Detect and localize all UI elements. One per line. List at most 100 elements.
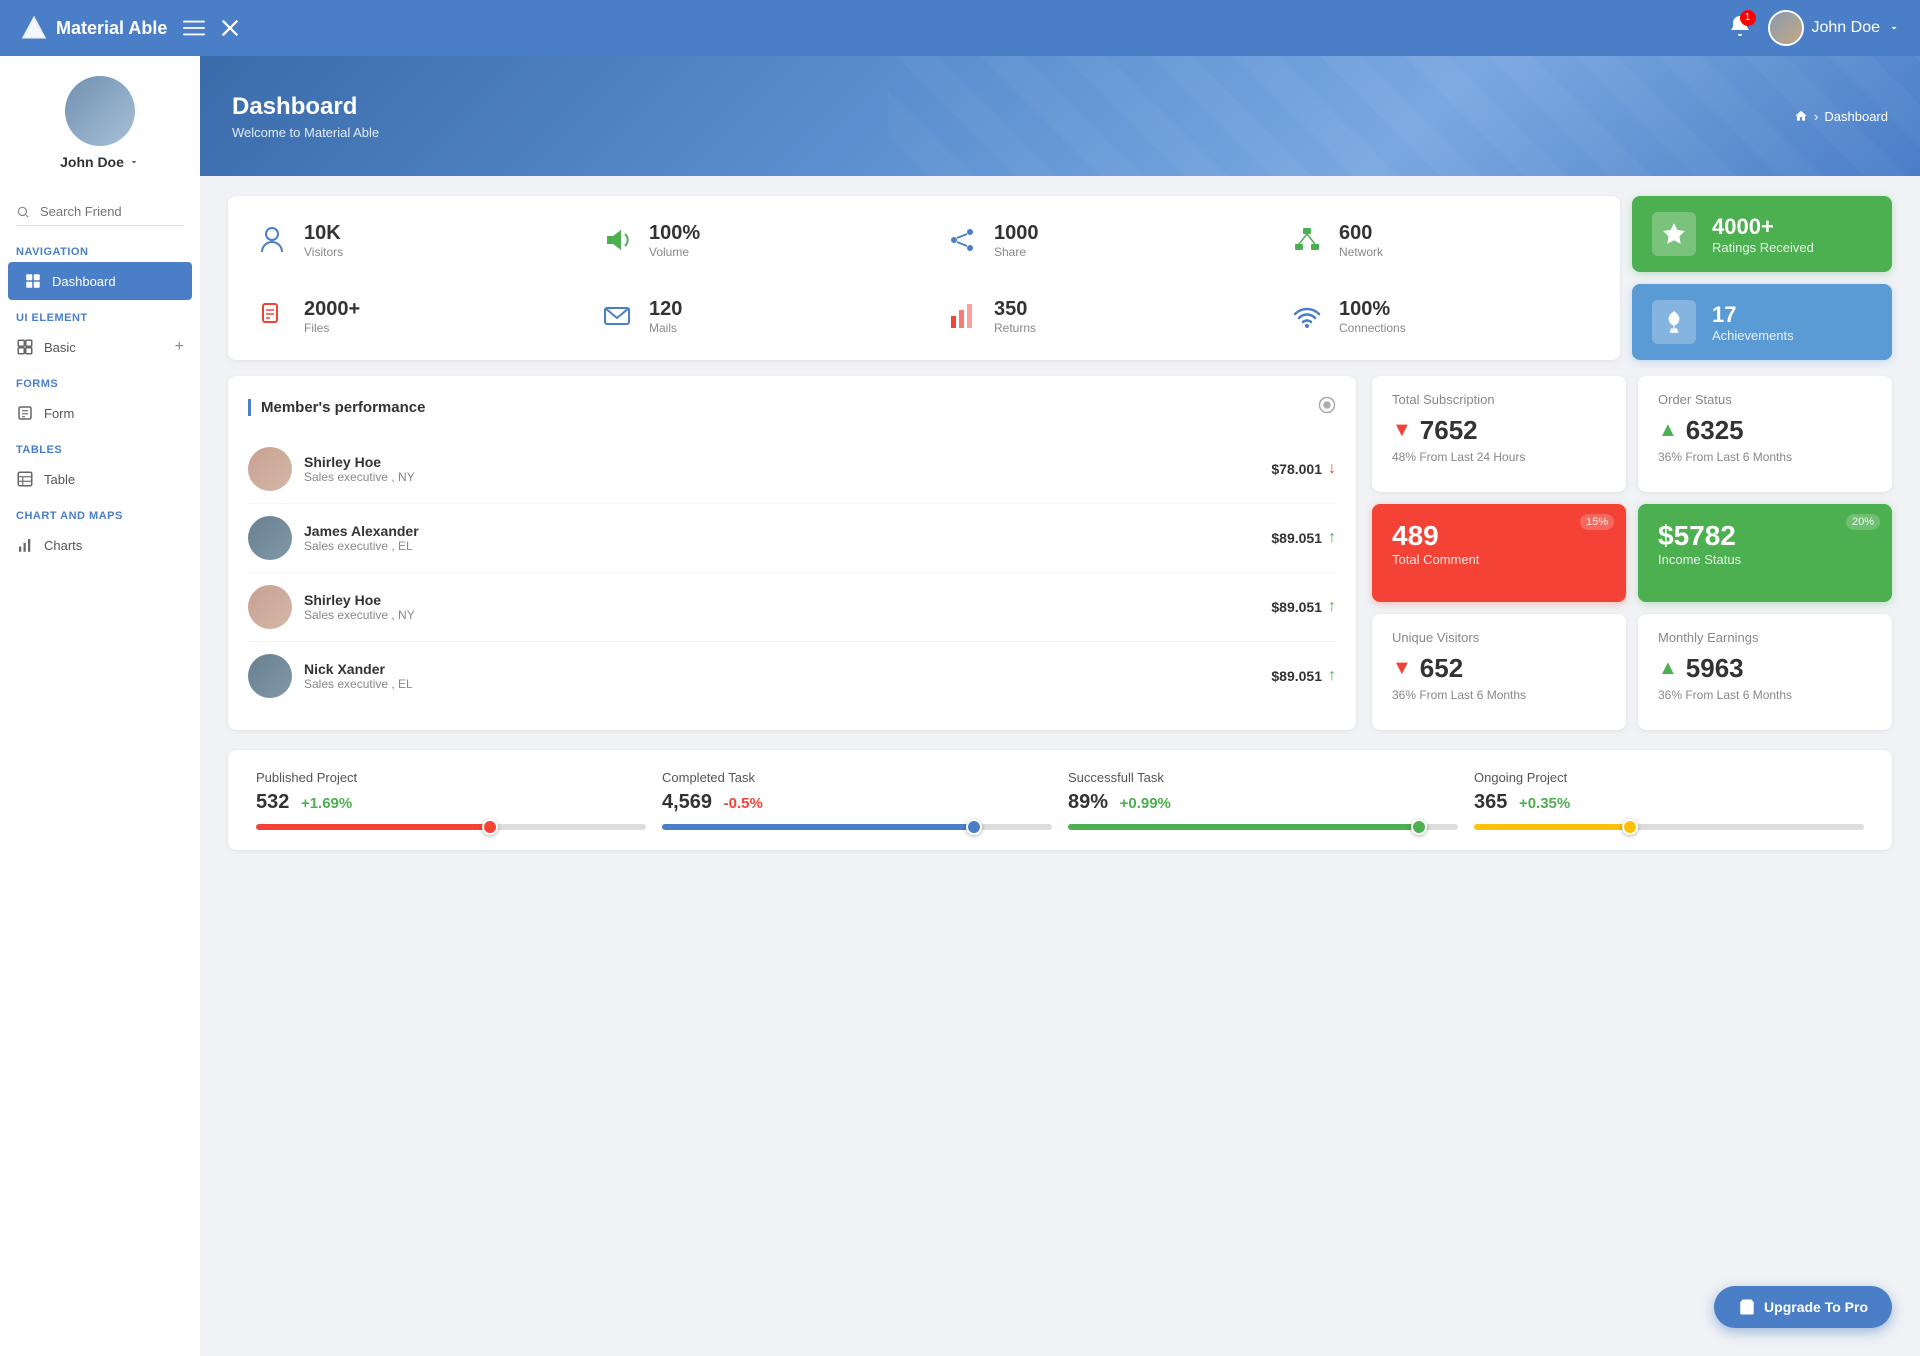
chevron-down-icon: [1888, 22, 1900, 34]
sidebar-username: John Doe: [16, 154, 184, 170]
successfull-task-stat: Successfull Task 89% +0.99%: [1068, 770, 1458, 830]
progress-bar[interactable]: [256, 824, 646, 830]
app-logo: Material Able: [20, 14, 167, 42]
published-project-stat: Published Project 532 +1.69%: [256, 770, 646, 830]
basic-icon: [16, 338, 34, 356]
sidebar-avatar: [65, 76, 135, 146]
stat-connections: 100% Connections: [1275, 284, 1608, 348]
right-stats-grid: Total Subscription ▼ 7652 48% From Last …: [1372, 376, 1892, 730]
sidebar-item-label: Dashboard: [52, 274, 176, 289]
sidebar-item-dashboard[interactable]: Dashboard: [8, 262, 192, 300]
sidebar-item-label: Charts: [44, 538, 184, 553]
plus-icon: +: [175, 338, 184, 356]
progress-bar[interactable]: [1068, 824, 1458, 830]
slider-thumb[interactable]: [966, 819, 982, 835]
mail-icon: [597, 296, 637, 336]
ui-section-label: UI Element: [0, 300, 200, 328]
search-input[interactable]: [16, 198, 184, 226]
stat-network: 600 Network: [1275, 208, 1608, 272]
sidebar-item-label: Form: [44, 406, 184, 421]
member-info: Nick Xander Sales executive , EL: [304, 661, 1259, 691]
member-amount: $89.051 ↑: [1271, 598, 1336, 616]
member-info: Shirley Hoe Sales executive , NY: [304, 454, 1259, 484]
ratings-card: 4000+ Ratings Received: [1632, 196, 1892, 272]
tables-section-label: Tables: [0, 432, 200, 460]
wifi-icon: [1287, 296, 1327, 336]
member-amount: $78.001 ↓: [1271, 460, 1336, 478]
breadcrumb-current: Dashboard: [1824, 109, 1888, 124]
slider-thumb[interactable]: [482, 819, 498, 835]
volume-icon: [597, 220, 637, 260]
top-navbar: Material Able 1 John Doe: [0, 0, 1920, 56]
user-profile-nav[interactable]: John Doe: [1768, 10, 1901, 46]
upgrade-label: Upgrade To Pro: [1764, 1299, 1868, 1315]
stats-top-row: 10K Visitors 100% Volume: [228, 196, 1892, 360]
percentage-badge: 15%: [1580, 514, 1614, 530]
progress-bar[interactable]: [662, 824, 1052, 830]
file-icon: [252, 296, 292, 336]
stats-cards-grid: 10K Visitors 100% Volume: [228, 196, 1620, 360]
card-header: Member's performance: [248, 396, 1336, 419]
form-icon: [16, 404, 34, 422]
completed-task-stat: Completed Task 4,569 -0.5%: [662, 770, 1052, 830]
cart-icon: [1738, 1298, 1756, 1316]
member-info: James Alexander Sales executive , EL: [304, 523, 1259, 553]
charts-icon: [16, 536, 34, 554]
avatar: [248, 585, 292, 629]
menu-icon[interactable]: [183, 17, 205, 39]
stat-share: 1000 Share: [930, 208, 1263, 272]
nav-right: 1 John Doe: [1728, 10, 1901, 46]
sidebar-user-profile: John Doe: [0, 56, 200, 190]
order-status-box: Order Status ▲ 6325 36% From Last 6 Mont…: [1638, 376, 1892, 492]
ratings-info: 4000+ Ratings Received: [1712, 214, 1814, 255]
user-avatar-top: [1768, 10, 1804, 46]
main-section: Member's performance Shirley Hoe Sales e…: [228, 376, 1892, 730]
nav-left: Material Able: [20, 14, 241, 42]
total-comment-box: 15% 489 Total Comment: [1372, 504, 1626, 603]
member-row: Shirley Hoe Sales executive , NY $89.051…: [248, 573, 1336, 642]
sidebar-item-label: Table: [44, 472, 184, 487]
nav-section-label: Navigation: [0, 234, 200, 262]
stat-visitors-info: 10K Visitors: [304, 222, 343, 259]
slider-thumb[interactable]: [1622, 819, 1638, 835]
chart-maps-section-label: Chart And Maps: [0, 498, 200, 526]
progress-bar[interactable]: [1474, 824, 1864, 830]
sidebar-item-form[interactable]: Form: [0, 394, 200, 432]
member-info: Shirley Hoe Sales executive , NY: [304, 592, 1259, 622]
stat-files-info: 2000+ Files: [304, 298, 360, 335]
sidebar-item-table[interactable]: Table: [0, 460, 200, 498]
stat-returns: 350 Returns: [930, 284, 1263, 348]
page-subtitle: Welcome to Material Able: [232, 125, 379, 140]
sidebar-item-charts[interactable]: Charts: [0, 526, 200, 564]
member-row: Shirley Hoe Sales executive , NY $78.001…: [248, 435, 1336, 504]
sidebar-item-basic[interactable]: Basic +: [0, 328, 200, 366]
dashboard-body: 10K Visitors 100% Volume: [200, 176, 1920, 1356]
income-status-box: 20% $5782 Income Status: [1638, 504, 1892, 603]
user-name-nav: John Doe: [1812, 19, 1881, 37]
user-icon: [252, 220, 292, 260]
card-title: Member's performance: [248, 399, 425, 416]
settings-icon[interactable]: [1318, 396, 1336, 419]
stat-connections-info: 100% Connections: [1339, 298, 1406, 335]
share-icon: [942, 220, 982, 260]
slider-thumb[interactable]: [1411, 819, 1427, 835]
close-icon[interactable]: [219, 17, 241, 39]
stat-volume-info: 100% Volume: [649, 222, 700, 259]
stat-visitors: 10K Visitors: [240, 208, 573, 272]
avatar: [248, 654, 292, 698]
stat-returns-info: 350 Returns: [994, 298, 1036, 335]
stat-mails-info: 120 Mails: [649, 298, 682, 335]
achievements-info: 17 Achievements: [1712, 302, 1794, 343]
nav-icons: [183, 17, 241, 39]
notification-bell[interactable]: 1: [1728, 14, 1752, 43]
star-icon: [1652, 212, 1696, 256]
avatar: [248, 516, 292, 560]
percentage-badge: 20%: [1846, 514, 1880, 530]
chart-bar-icon: [942, 296, 982, 336]
search-box: [0, 190, 200, 234]
upgrade-to-pro-button[interactable]: Upgrade To Pro: [1714, 1286, 1892, 1328]
stat-mails: 120 Mails: [585, 284, 918, 348]
stat-network-info: 600 Network: [1339, 222, 1383, 259]
stat-files: 2000+ Files: [240, 284, 573, 348]
member-amount: $89.051 ↑: [1271, 529, 1336, 547]
